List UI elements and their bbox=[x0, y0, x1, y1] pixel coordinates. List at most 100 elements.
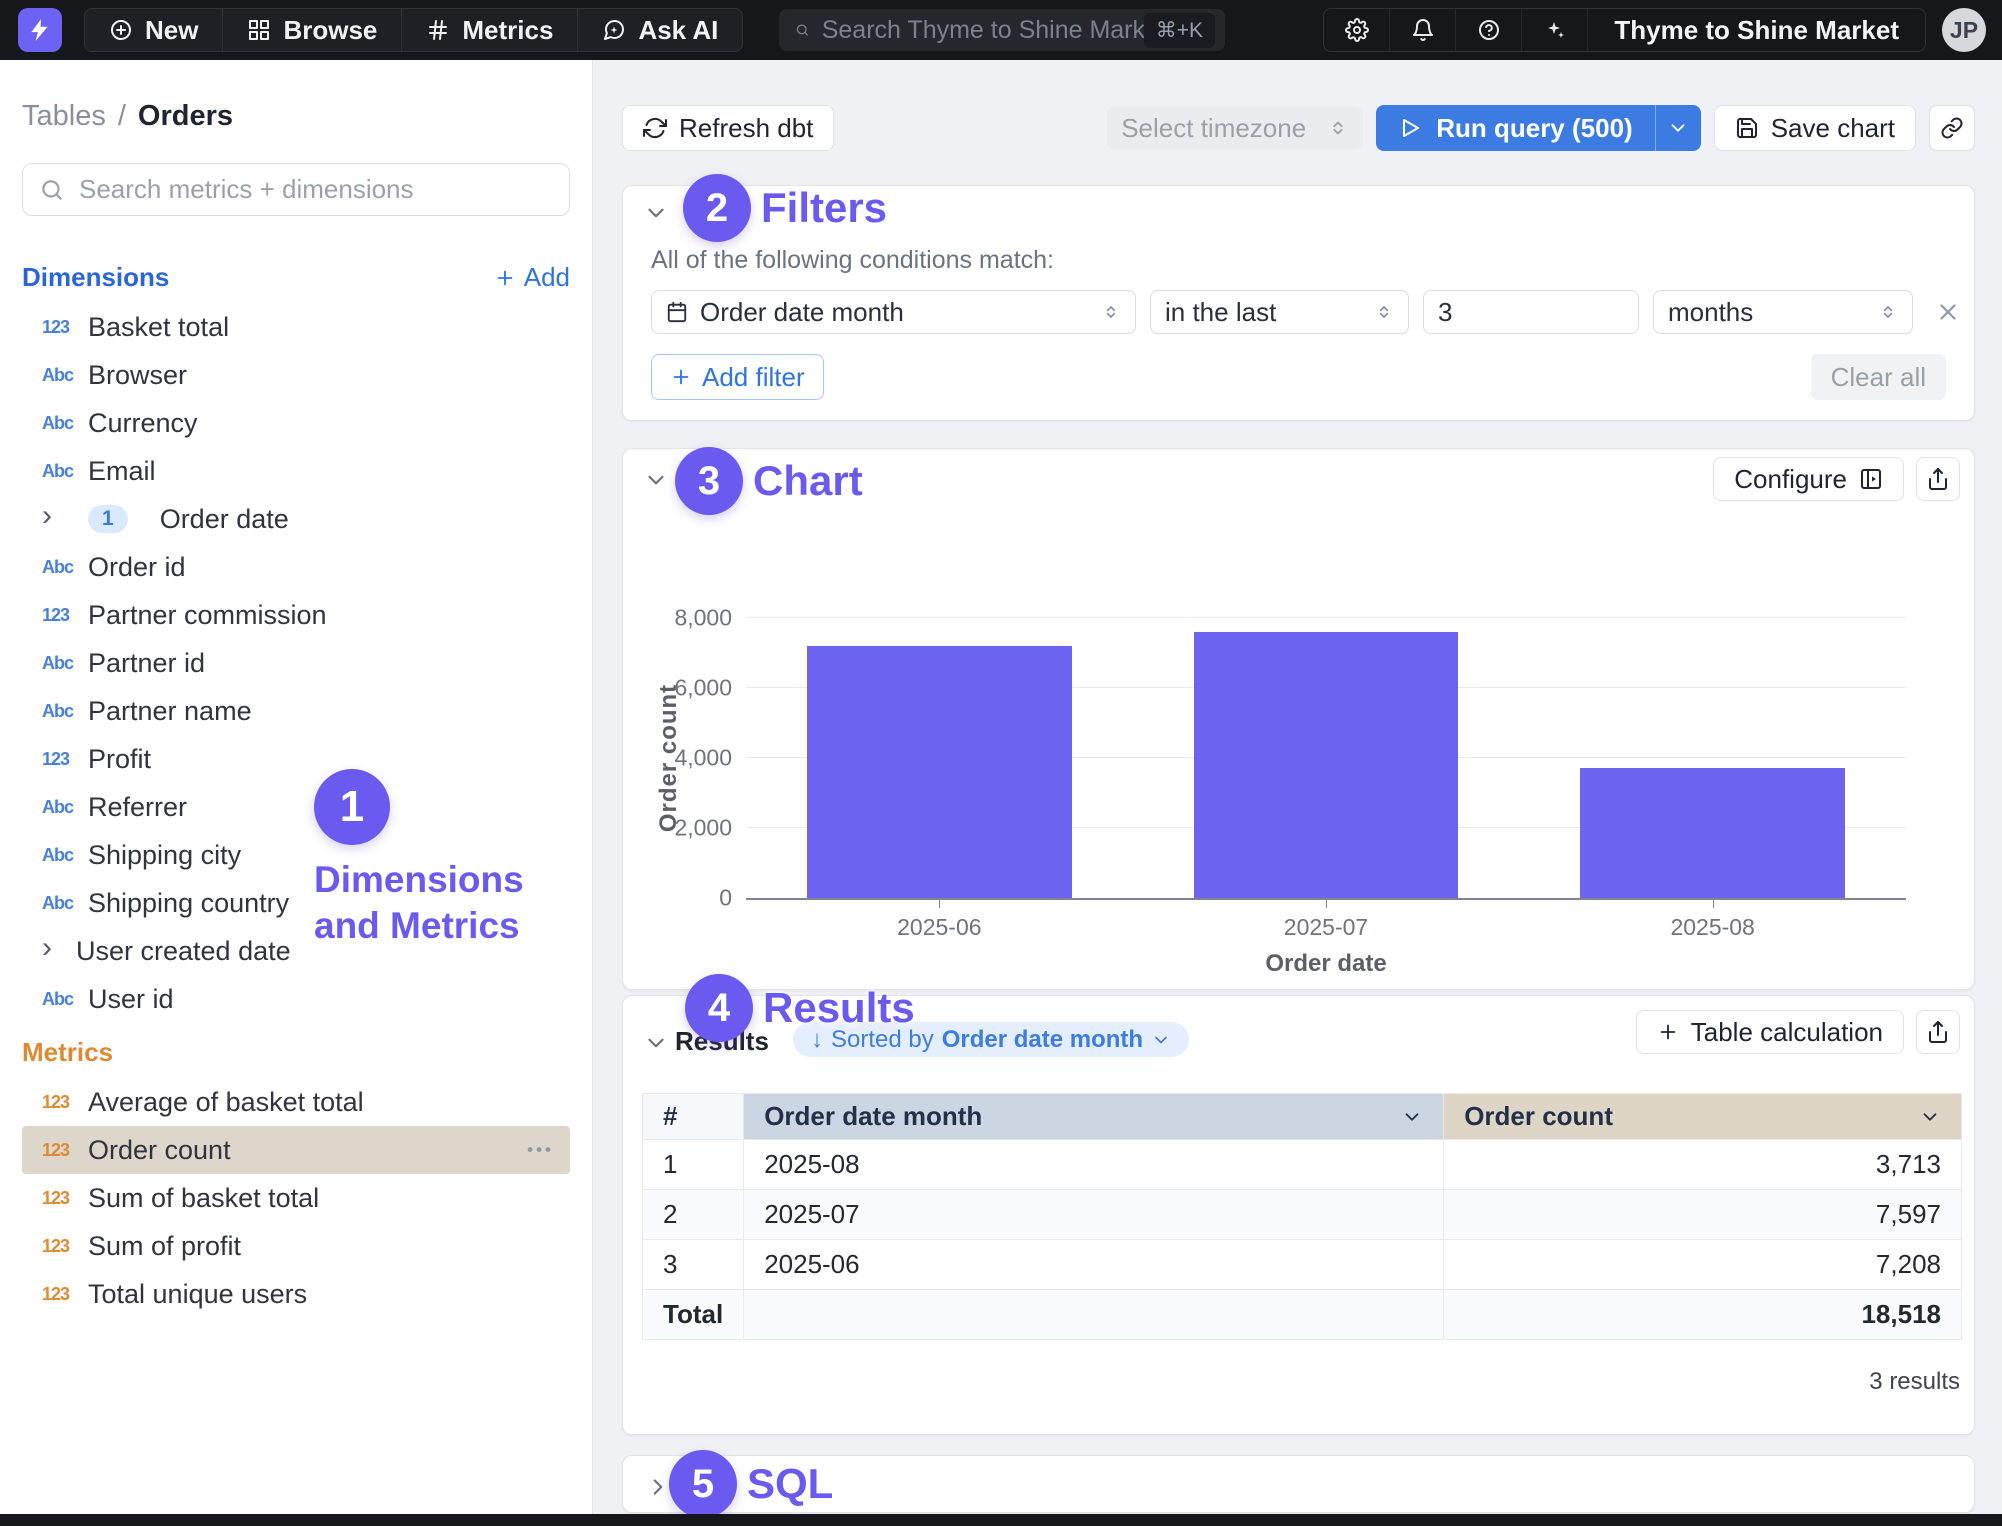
column-header-order-count[interactable]: Order count bbox=[1444, 1094, 1962, 1140]
filter-field-select[interactable]: Order date month bbox=[651, 290, 1136, 334]
browse-button[interactable]: Browse bbox=[223, 9, 402, 51]
topbar-icon-group: Thyme to Shine Market bbox=[1323, 8, 1926, 52]
app-logo[interactable] bbox=[18, 8, 62, 52]
refresh-dbt-button[interactable]: Refresh dbt bbox=[622, 105, 834, 151]
sorted-by-pill[interactable]: ↓ Sorted by Order date month bbox=[793, 1022, 1189, 1057]
export-results-button[interactable] bbox=[1916, 1010, 1960, 1054]
sidebar-item-sum-of-basket-total[interactable]: 123Sum of basket total bbox=[22, 1174, 570, 1222]
string-type-icon: Abc bbox=[42, 893, 76, 914]
sidebar-item-order-id[interactable]: AbcOrder id bbox=[22, 543, 570, 591]
cell-order-count[interactable]: 7,208 bbox=[1444, 1240, 1962, 1290]
org-switcher[interactable]: Thyme to Shine Market bbox=[1588, 8, 1925, 52]
export-chart-button[interactable] bbox=[1916, 457, 1960, 501]
sidebar-item-partner-id[interactable]: AbcPartner id bbox=[22, 639, 570, 687]
grid-icon bbox=[247, 18, 271, 42]
sidebar-item-shipping-country[interactable]: AbcShipping country bbox=[22, 879, 570, 927]
collapse-results-chevron[interactable] bbox=[643, 1030, 669, 1056]
sidebar-item-currency[interactable]: AbcCurrency bbox=[22, 399, 570, 447]
table-row[interactable]: 12025-083,713 bbox=[643, 1140, 1962, 1190]
field-label: Order count bbox=[88, 1135, 231, 1166]
sidebar-item-partner-name[interactable]: AbcPartner name bbox=[22, 687, 570, 735]
sparkles-button[interactable] bbox=[1522, 8, 1588, 52]
sidebar-item-browser[interactable]: AbcBrowser bbox=[22, 351, 570, 399]
sidebar-item-profit[interactable]: 123Profit bbox=[22, 735, 570, 783]
collapse-filters-chevron[interactable] bbox=[643, 200, 669, 226]
remove-filter-button[interactable] bbox=[1935, 299, 1961, 325]
sidebar-item-total-unique-users[interactable]: 123Total unique users bbox=[22, 1270, 570, 1318]
dimensions-header: Dimensions Add bbox=[22, 262, 570, 293]
sidebar-item-user-created-date[interactable]: ›User created date bbox=[22, 927, 570, 975]
metrics-button[interactable]: Metrics bbox=[402, 9, 578, 51]
cell-order-count[interactable]: 3,713 bbox=[1444, 1140, 1962, 1190]
column-header-order-date-month[interactable]: Order date month bbox=[744, 1094, 1444, 1140]
global-search[interactable]: ⌘+K bbox=[779, 9, 1225, 51]
bar-2025-06[interactable] bbox=[807, 646, 1071, 898]
sorted-by-field: Order date month bbox=[942, 1026, 1143, 1054]
sort-arrow-icon: ↓ bbox=[811, 1026, 823, 1054]
calendar-icon bbox=[666, 301, 688, 323]
row-index: 2 bbox=[643, 1190, 744, 1240]
x-tick bbox=[1326, 900, 1327, 908]
chevron-right-icon[interactable]: › bbox=[42, 933, 64, 963]
sidebar-item-user-id[interactable]: AbcUser id bbox=[22, 975, 570, 1023]
sidebar-item-referrer[interactable]: AbcReferrer bbox=[22, 783, 570, 831]
add-dimension-button[interactable]: Add bbox=[494, 262, 570, 293]
sidebar-item-order-count[interactable]: 123Order count••• bbox=[22, 1126, 570, 1174]
new-button[interactable]: New bbox=[85, 9, 223, 51]
run-query-dropdown[interactable] bbox=[1655, 105, 1701, 151]
plot-area: Order count Order date 02,0004,0006,0008… bbox=[746, 618, 1906, 900]
share-icon bbox=[1926, 1020, 1950, 1044]
fields-search[interactable] bbox=[22, 163, 570, 216]
filter-value-input[interactable] bbox=[1424, 291, 1639, 333]
configure-button[interactable]: Configure bbox=[1713, 457, 1904, 501]
save-chart-button[interactable]: Save chart bbox=[1714, 105, 1916, 151]
sidebar-item-shipping-city[interactable]: AbcShipping city bbox=[22, 831, 570, 879]
global-search-input[interactable] bbox=[822, 16, 1144, 45]
string-type-icon: Abc bbox=[42, 413, 76, 434]
search-icon bbox=[795, 18, 810, 42]
sidebar-item-basket-total[interactable]: 123Basket total bbox=[22, 303, 570, 351]
cell-order-date-month[interactable]: 2025-06 bbox=[744, 1240, 1444, 1290]
table-row[interactable]: 32025-067,208 bbox=[643, 1240, 1962, 1290]
bar-2025-07[interactable] bbox=[1194, 632, 1458, 898]
cell-order-date-month[interactable]: 2025-08 bbox=[744, 1140, 1444, 1190]
sidebar-item-order-date[interactable]: ›1Order date bbox=[22, 495, 570, 543]
bar-2025-08[interactable] bbox=[1580, 768, 1844, 898]
clear-all-button[interactable]: Clear all bbox=[1811, 354, 1946, 400]
filter-operator-select[interactable]: in the last bbox=[1150, 290, 1409, 334]
filter-unit-select[interactable]: months bbox=[1653, 290, 1913, 334]
sql-section: 5 SQL bbox=[622, 1455, 1975, 1513]
sorted-by-prefix: Sorted by bbox=[831, 1026, 934, 1054]
breadcrumb-tables[interactable]: Tables bbox=[22, 100, 106, 133]
sidebar-item-sum-of-profit[interactable]: 123Sum of profit bbox=[22, 1222, 570, 1270]
notifications-button[interactable] bbox=[1390, 8, 1456, 52]
sidebar-item-email[interactable]: AbcEmail bbox=[22, 447, 570, 495]
ask-ai-button[interactable]: Ask AI bbox=[578, 9, 742, 51]
fields-search-input[interactable] bbox=[79, 174, 553, 205]
expand-sql-chevron[interactable] bbox=[645, 1474, 671, 1500]
table-calculation-button[interactable]: Table calculation bbox=[1636, 1010, 1904, 1054]
chevron-down-icon bbox=[1919, 1106, 1941, 1128]
explore-sidebar: Tables / Orders Dimensions Add 123Basket… bbox=[0, 60, 593, 1514]
settings-button[interactable] bbox=[1324, 8, 1390, 52]
table-row[interactable]: 22025-077,597 bbox=[643, 1190, 1962, 1240]
cell-order-date-month[interactable]: 2025-07 bbox=[744, 1190, 1444, 1240]
annotation-5-number: 5 bbox=[669, 1450, 737, 1518]
add-filter-button[interactable]: Add filter bbox=[651, 354, 824, 400]
collapse-chart-chevron[interactable] bbox=[643, 467, 669, 493]
results-section: Results 4 Results ↓ Sorted by Order date… bbox=[622, 995, 1975, 1435]
x-axis-title: Order date bbox=[1265, 950, 1386, 978]
cell-order-count[interactable]: 7,597 bbox=[1444, 1190, 1962, 1240]
sidebar-item-average-of-basket-total[interactable]: 123Average of basket total bbox=[22, 1078, 570, 1126]
timezone-select[interactable]: Select timezone bbox=[1107, 106, 1363, 150]
play-icon bbox=[1398, 116, 1422, 140]
plus-icon bbox=[670, 366, 692, 388]
link-icon bbox=[1940, 116, 1964, 140]
run-query-button[interactable]: Run query (500) bbox=[1376, 105, 1655, 151]
share-link-button[interactable] bbox=[1929, 105, 1975, 151]
chevron-right-icon[interactable]: › bbox=[42, 501, 64, 531]
sidebar-item-partner-commission[interactable]: 123Partner commission bbox=[22, 591, 570, 639]
item-menu-icon[interactable]: ••• bbox=[527, 1140, 554, 1160]
avatar[interactable]: JP bbox=[1942, 8, 1986, 52]
help-button[interactable] bbox=[1456, 8, 1522, 52]
